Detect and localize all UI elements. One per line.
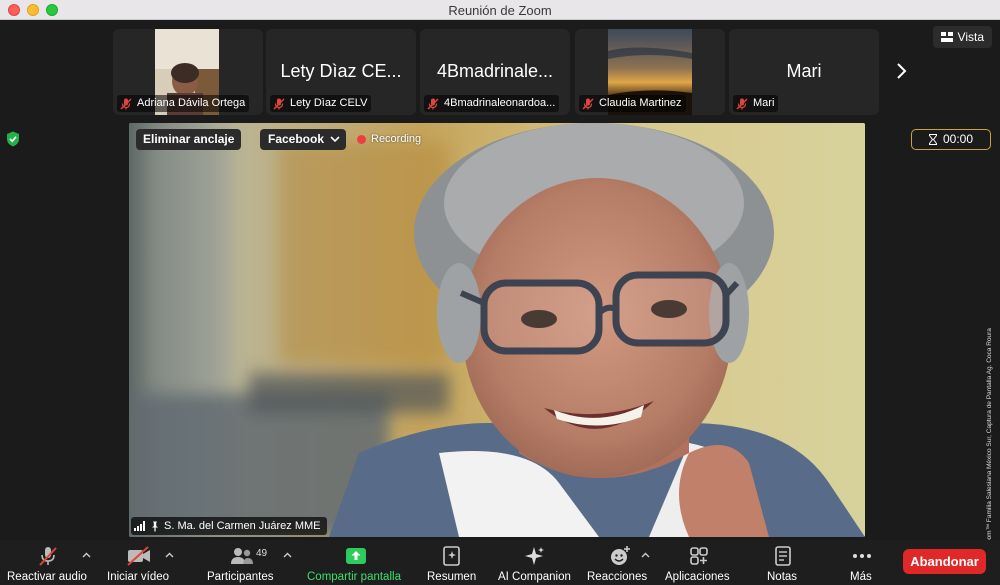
caret-up-icon[interactable]	[82, 551, 91, 560]
apps-button[interactable]: Aplicaciones	[663, 543, 735, 583]
main-speaker-video	[129, 123, 865, 537]
summary-button[interactable]: Resumen	[424, 543, 480, 583]
pin-icon	[152, 521, 158, 531]
side-caption: Cortesía © Zoom™ Familia Salesiana Méxic…	[986, 328, 993, 580]
participant-name-label: Adriana Dávila Ortega	[117, 95, 250, 112]
mic-off-icon	[120, 98, 132, 109]
mic-off-icon	[39, 547, 57, 566]
participant-tile[interactable]: 4Bmadrinale... 4Bmadrinaleonardoa...	[420, 29, 570, 115]
share-screen-button[interactable]: Compartir pantalla	[306, 543, 408, 583]
sparkle-icon	[525, 547, 544, 565]
mic-off-icon	[273, 98, 285, 109]
reactions-button[interactable]: Reacciones	[586, 543, 654, 583]
participant-tile[interactable]: Adriana Dávila Ortega	[113, 29, 263, 115]
participants-button[interactable]: 49 Participantes	[204, 543, 294, 583]
signal-strength-icon	[134, 521, 145, 531]
participant-display-name: Mari	[786, 61, 822, 81]
record-dot-icon	[357, 135, 366, 144]
caret-up-icon[interactable]	[283, 551, 292, 560]
participant-tile[interactable]: Claudia Martinez	[575, 29, 725, 115]
summary-icon	[443, 546, 460, 566]
participants-icon	[231, 548, 253, 564]
notes-icon	[775, 546, 791, 566]
speaker-name-label: S. Ma. del Carmen Juárez MME	[131, 517, 327, 535]
participant-display-name: 4Bmadrinale...	[436, 61, 554, 81]
participant-tile[interactable]: Lety Dìaz CE... Lety Dìaz CELV	[266, 29, 416, 115]
hourglass-icon	[928, 134, 937, 145]
participant-tile[interactable]: Mari Mari	[729, 29, 879, 115]
title-bar: Reunión de Zoom	[0, 0, 1000, 20]
mic-off-icon	[736, 98, 748, 109]
caret-up-icon[interactable]	[165, 551, 174, 560]
share-screen-icon	[346, 548, 366, 564]
participants-count: 49	[256, 548, 268, 559]
window-title: Reunión de Zoom	[448, 3, 552, 18]
unmute-audio-button[interactable]: Reactivar audio	[4, 543, 92, 583]
participant-name-label: Mari	[733, 95, 779, 112]
speaker-video-frame	[129, 123, 865, 537]
caret-up-icon[interactable]	[641, 551, 650, 560]
view-button[interactable]: Vista	[932, 26, 992, 48]
live-stream-dropdown[interactable]: Facebook	[260, 129, 347, 150]
notes-button[interactable]: Notas	[762, 543, 804, 583]
video-off-icon	[127, 546, 150, 566]
ai-companion-button[interactable]: AI Companion	[495, 543, 575, 583]
apps-icon	[690, 547, 708, 565]
emoji-icon	[611, 546, 630, 565]
chevron-down-icon	[330, 136, 340, 143]
grid-icon	[940, 32, 953, 42]
meeting-toolbar: Reactivar audio Iniciar vídeo 49 Partici…	[0, 540, 1000, 585]
mic-off-icon	[427, 98, 439, 109]
zoom-window: Reunión de Zoom Adriana Dávila Ortega Le…	[0, 0, 1000, 585]
shield-icon[interactable]	[6, 131, 20, 147]
meeting-timer[interactable]: 00:00	[911, 129, 991, 150]
participant-name-label: Lety Dìaz CELV	[270, 95, 372, 112]
start-video-button[interactable]: Iniciar vídeo	[104, 543, 180, 583]
participant-name-label: 4Bmadrinaleonardoa...	[424, 95, 560, 112]
mic-off-icon	[582, 98, 594, 109]
participant-display-name: Lety Dìaz CE...	[280, 61, 402, 81]
participants-strip: Adriana Dávila Ortega Lety Dìaz CE... Le…	[0, 20, 1000, 120]
more-icon	[853, 554, 871, 558]
participant-name-label: Claudia Martinez	[579, 95, 686, 112]
unpin-button[interactable]: Eliminar anclaje	[136, 129, 242, 150]
recording-indicator: Recording	[357, 132, 421, 147]
chevron-right-icon[interactable]	[890, 60, 912, 82]
more-button[interactable]: Más	[842, 543, 882, 583]
leave-meeting-button[interactable]: Abandonar	[903, 549, 986, 574]
